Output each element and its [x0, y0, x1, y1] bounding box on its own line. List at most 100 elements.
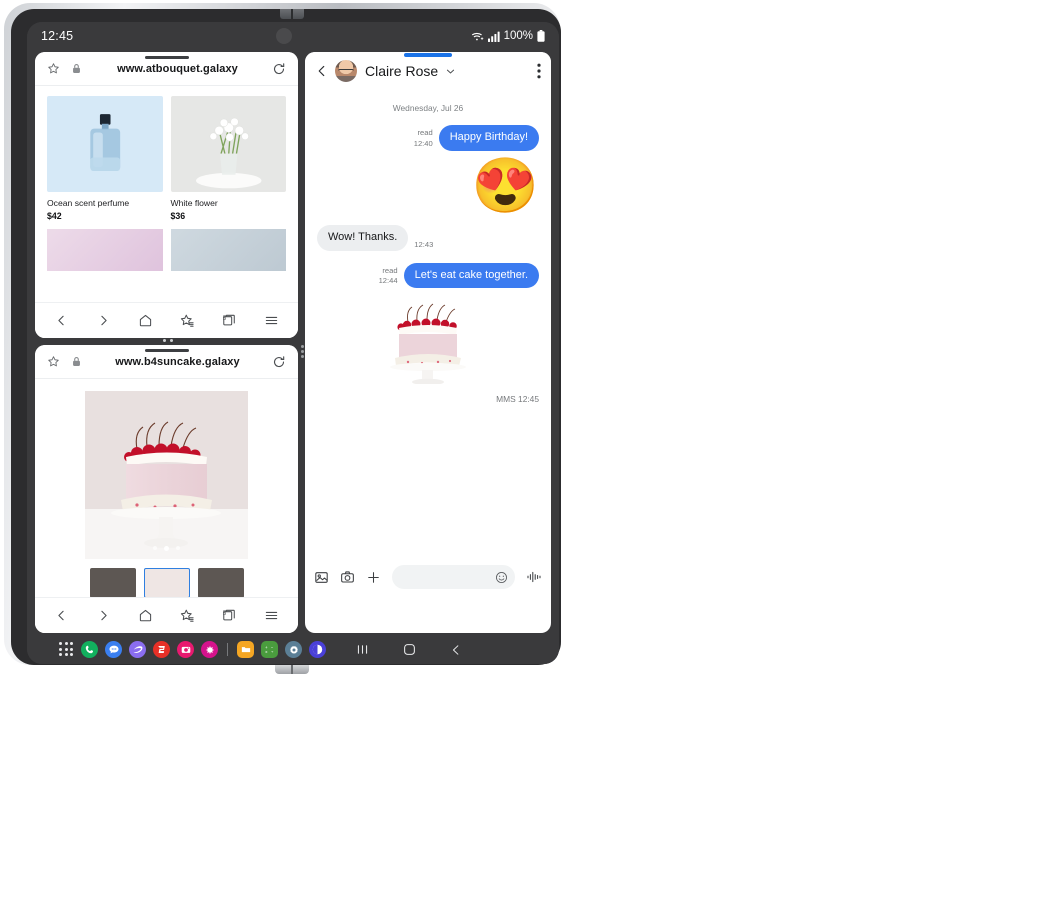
back-nav-icon[interactable]: [450, 644, 462, 656]
recents-icon[interactable]: [356, 644, 369, 655]
tab-count: 5: [222, 316, 227, 322]
horizontal-split-divider-handle[interactable]: [155, 337, 181, 344]
day-separator: Wednesday, Jul 26: [392, 103, 464, 113]
multi-window-area: www.atbouquet.galaxy Ocean scent perfume…: [27, 50, 559, 635]
my-files-app[interactable]: [237, 641, 254, 658]
message-meta: read 12:40: [414, 128, 433, 149]
message-composer: [305, 557, 551, 597]
message-bubble[interactable]: Wow! Thanks.: [317, 224, 409, 251]
window-drag-handle[interactable]: [144, 56, 189, 59]
heart-eyes-emoji[interactable]: 😍: [472, 159, 539, 213]
cherry-cake-photo[interactable]: [380, 298, 476, 385]
battery-percentage: 100%: [503, 30, 533, 42]
padlock-icon: [72, 356, 81, 367]
forward-arrow-icon[interactable]: [91, 603, 117, 629]
window-drag-handle-blue[interactable]: [404, 53, 452, 57]
messages-app[interactable]: [105, 641, 122, 658]
product-price: $42: [47, 211, 62, 221]
message-row-outgoing: read 12:40 Happy Birthday!: [317, 125, 539, 151]
home-icon[interactable]: [133, 308, 159, 334]
star-outline-icon[interactable]: [47, 355, 60, 368]
gallery-app[interactable]: [153, 641, 170, 658]
clock-app[interactable]: [309, 641, 326, 658]
wifi-icon: [471, 31, 484, 42]
cake-thumbnail-1[interactable]: [89, 568, 136, 598]
cake-thumbnail-3[interactable]: [197, 568, 244, 598]
home-nav-icon[interactable]: [403, 643, 416, 656]
message-row-incoming: Wow! Thanks. 12:43: [317, 224, 539, 251]
message-bubble[interactable]: Happy Birthday!: [438, 125, 539, 151]
browser-window-bouquet: www.atbouquet.galaxy Ocean scent perfume…: [35, 52, 298, 338]
tabs-icon[interactable]: 5: [216, 603, 242, 629]
browser-content-bouquet: Ocean scent perfume $42 White flower $36…: [35, 86, 298, 338]
star-outline-icon[interactable]: [47, 62, 60, 75]
window-drag-handle[interactable]: [144, 349, 189, 352]
message-row-outgoing: read 12:44 Let's eat cake together.: [317, 262, 539, 289]
cherry-cake-image[interactable]: [85, 391, 248, 559]
plus-icon[interactable]: [366, 570, 381, 585]
device-screen: 12:45 100% www.atbouquet.galaxy Ocean sc…: [27, 22, 559, 664]
perfume-bottle-image[interactable]: [47, 96, 163, 192]
carousel-dots[interactable]: [85, 546, 248, 551]
mms-label: MMS 12:45: [496, 394, 539, 405]
product-name: White flower: [170, 198, 218, 208]
camera-app[interactable]: [177, 641, 194, 658]
message-time: 12:40: [413, 138, 433, 148]
back-arrow-icon[interactable]: [49, 603, 75, 629]
home-icon[interactable]: [133, 603, 159, 629]
message-time: 12:43: [414, 239, 434, 249]
avatar[interactable]: [335, 60, 357, 82]
taskbar-separator: [227, 643, 228, 656]
vertical-split-divider-handle[interactable]: [299, 340, 305, 362]
gallery-icon[interactable]: [314, 570, 329, 585]
app-drawer-icon[interactable]: [59, 642, 74, 657]
message-input[interactable]: [392, 565, 515, 589]
device-bezel: 12:45 100% www.atbouquet.galaxy Ocean sc…: [11, 9, 561, 674]
tabs-icon[interactable]: 5: [216, 308, 242, 334]
reload-icon[interactable]: [272, 62, 286, 76]
internet-app[interactable]: [129, 641, 146, 658]
product-card[interactable]: Ocean scent perfume $42: [47, 96, 163, 221]
message-row-mms-image: [317, 298, 539, 385]
camera-icon[interactable]: [340, 570, 355, 585]
conversation-header: Claire Rose: [305, 52, 551, 90]
messages-app-window: Claire Rose Wednesday, Jul 26 read 12:40…: [305, 52, 551, 633]
white-flowers-vase-image[interactable]: [170, 96, 286, 192]
message-meta: read 12:44: [379, 266, 398, 287]
url-text-cake[interactable]: www.b4suncake.galaxy: [93, 356, 262, 368]
settings-app[interactable]: [285, 641, 302, 658]
chevron-down-icon[interactable]: [445, 66, 456, 77]
phone-app[interactable]: [81, 641, 98, 658]
forward-arrow-icon[interactable]: [91, 308, 117, 334]
product-card-partial-blue[interactable]: [170, 229, 286, 271]
message-time: 12:44: [378, 276, 398, 285]
status-bar: 12:45 100%: [27, 22, 559, 50]
kebab-menu-icon[interactable]: [537, 63, 541, 79]
product-card-partial-pink[interactable]: [47, 229, 163, 271]
read-status: read: [417, 128, 433, 138]
url-text-bouquet[interactable]: www.atbouquet.galaxy: [93, 63, 262, 75]
voice-recorder-icon[interactable]: [526, 570, 542, 584]
status-clock: 12:45: [41, 29, 74, 43]
hamburger-menu-icon[interactable]: [258, 603, 284, 629]
bookmarks-icon[interactable]: [174, 308, 200, 334]
back-arrow-icon[interactable]: [315, 64, 329, 78]
svg-text:÷: ÷: [271, 650, 274, 655]
cellular-signal-icon: [487, 31, 500, 42]
calculator-app[interactable]: + − × ÷: [261, 641, 278, 658]
reload-icon[interactable]: [272, 355, 286, 369]
cake-thumbnail-selected[interactable]: [143, 568, 190, 598]
hinge-bottom-mark: [275, 665, 309, 674]
browser-nav-bar-bottom: 5: [35, 597, 298, 633]
galaxy-store-app[interactable]: [201, 641, 218, 658]
back-arrow-icon[interactable]: [49, 308, 75, 334]
browser-url-bar-top[interactable]: www.atbouquet.galaxy: [35, 52, 298, 86]
browser-content-cake: 5: [35, 379, 298, 633]
product-card[interactable]: White flower $36: [170, 96, 286, 221]
message-bubble[interactable]: Let's eat cake together.: [403, 262, 539, 289]
emoji-smiley-icon[interactable]: [495, 571, 508, 584]
read-status: read: [382, 265, 398, 275]
browser-url-bar-bottom[interactable]: www.b4suncake.galaxy: [35, 345, 298, 379]
hamburger-menu-icon[interactable]: [258, 308, 284, 334]
bookmarks-icon[interactable]: [174, 603, 200, 629]
